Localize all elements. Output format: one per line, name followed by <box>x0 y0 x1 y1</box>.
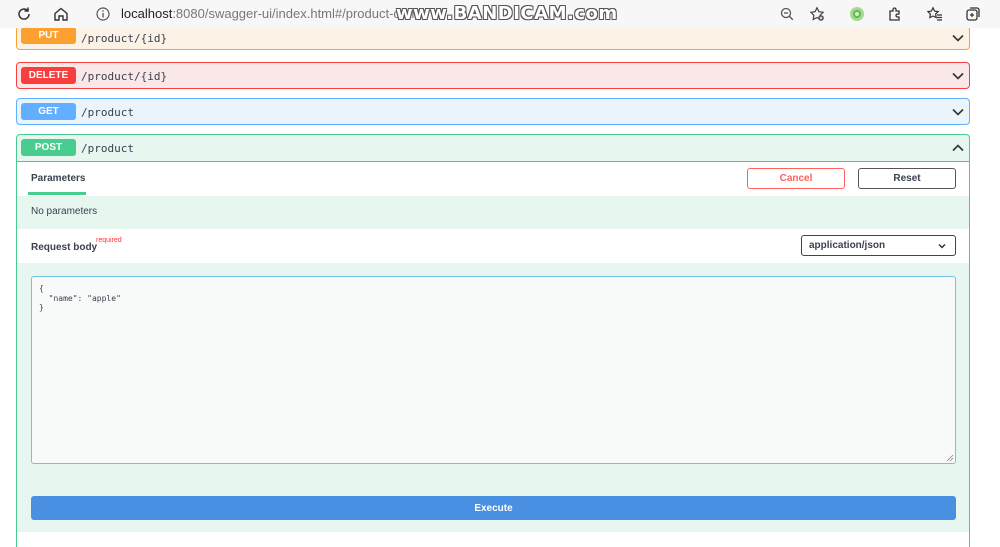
operation-body: Parameters Cancel Reset No parameters Re… <box>17 161 969 547</box>
tab-parameters[interactable]: Parameters <box>31 173 85 184</box>
responses-section <box>17 532 969 547</box>
chevron-down-icon[interactable] <box>951 69 965 83</box>
code-line: { <box>39 284 44 293</box>
extensions-icon[interactable] <box>884 3 906 25</box>
chevron-down-icon[interactable] <box>951 31 965 45</box>
operation-path: /product <box>81 141 134 155</box>
content-type-value: application/json <box>809 240 886 251</box>
address-bar[interactable]: localhost:8080/swagger-ui/index.html#/pr… <box>121 6 414 21</box>
url-path: :8080/swagger-ui/index.html#/product-con <box>172 6 415 21</box>
method-badge: DELETE <box>21 67 76 84</box>
cancel-button[interactable]: Cancel <box>747 168 845 189</box>
resize-handle-icon[interactable] <box>946 454 954 462</box>
operation-summary[interactable]: DELETE /product/{id} <box>17 63 969 89</box>
parameters-header: Parameters Cancel Reset <box>17 162 969 196</box>
execute-button[interactable]: Execute <box>31 496 956 520</box>
refresh-icon[interactable] <box>13 3 35 25</box>
extension-green-icon[interactable] <box>846 3 868 25</box>
chevron-up-icon[interactable] <box>951 141 965 155</box>
operation-summary[interactable]: PUT /product/{id} <box>17 28 969 49</box>
code-line: "name": "apple" <box>39 294 121 303</box>
favorites-icon[interactable] <box>924 3 946 25</box>
tab-underline <box>28 192 86 195</box>
chevron-down-icon[interactable] <box>951 105 965 119</box>
method-badge: GET <box>21 103 76 120</box>
request-body-label: Request body <box>31 242 98 253</box>
swagger-content: PUT /product/{id} DELETE /product/{id} G… <box>0 28 1000 547</box>
code-line: } <box>39 303 44 312</box>
operation-delete-product-id[interactable]: DELETE /product/{id} <box>16 62 970 89</box>
reset-button[interactable]: Reset <box>858 168 956 189</box>
home-icon[interactable] <box>50 3 72 25</box>
operation-post-product: POST /product Parameters Cancel Reset No… <box>16 134 970 547</box>
favorite-add-icon[interactable] <box>806 3 828 25</box>
zoom-out-icon[interactable] <box>776 3 798 25</box>
content-type-select[interactable]: application/json <box>801 235 956 256</box>
method-badge: POST <box>21 139 76 156</box>
operation-path: /product/{id} <box>81 31 168 45</box>
method-badge: PUT <box>21 28 76 44</box>
request-body-editor[interactable]: { "name": "apple" } <box>31 276 956 464</box>
operation-summary[interactable]: GET /product <box>17 99 969 125</box>
url-host: localhost <box>121 6 173 21</box>
operation-get-product[interactable]: GET /product <box>16 98 970 125</box>
collections-icon[interactable] <box>962 3 984 25</box>
no-parameters-text: No parameters <box>31 206 98 217</box>
chevron-down-icon <box>938 243 946 249</box>
operation-put-product-id[interactable]: PUT /product/{id} <box>16 28 970 50</box>
operation-summary[interactable]: POST /product <box>17 135 969 161</box>
operation-path: /product <box>81 105 134 119</box>
request-body-header: Request body required application/json <box>17 229 969 263</box>
browser-toolbar: localhost:8080/swagger-ui/index.html#/pr… <box>0 0 1000 28</box>
recording-watermark: www.BANDICAM.com <box>396 3 618 24</box>
required-marker: required <box>96 237 122 244</box>
info-icon[interactable] <box>92 3 114 25</box>
operation-path: /product/{id} <box>81 69 168 83</box>
